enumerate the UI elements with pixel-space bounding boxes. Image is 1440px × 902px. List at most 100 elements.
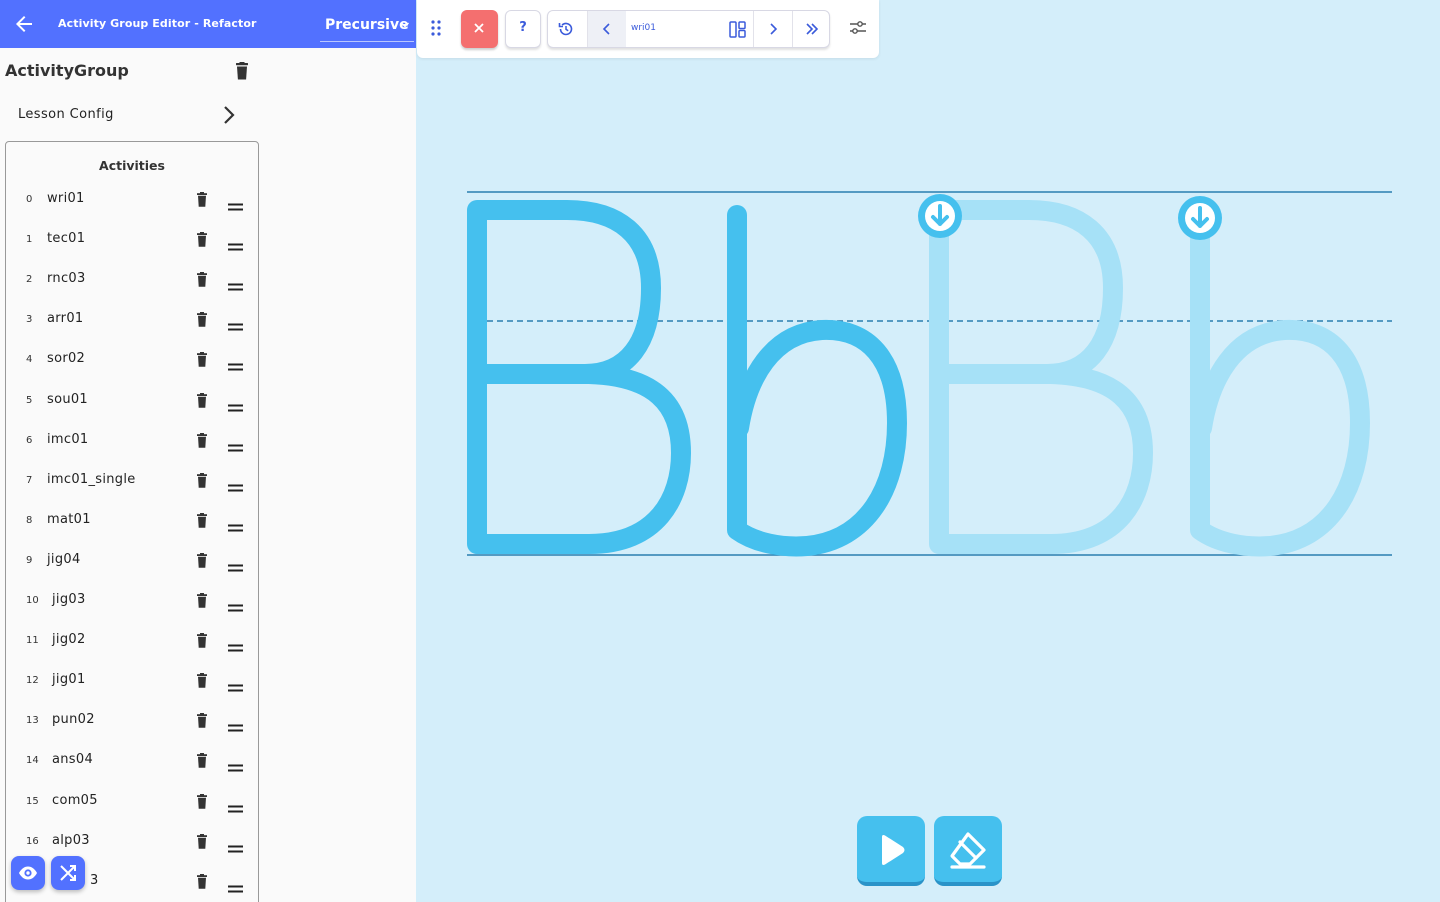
tracing-canvas[interactable] <box>417 58 1440 902</box>
close-icon <box>474 23 484 33</box>
eraser-button[interactable] <box>934 816 1002 886</box>
activity-row[interactable]: 7 imc01_single <box>6 462 258 502</box>
letter-B-trace <box>929 200 1153 554</box>
trash-icon[interactable] <box>196 793 208 809</box>
chevron-down-icon <box>401 22 409 28</box>
double-chevron-right-icon[interactable] <box>804 22 820 36</box>
drag-handle-icon[interactable] <box>228 597 243 612</box>
previous-activity-button[interactable] <box>588 11 626 47</box>
settings-sliders-icon[interactable] <box>849 20 867 36</box>
drag-handle-icon[interactable] <box>228 757 243 772</box>
trash-icon[interactable] <box>196 432 208 448</box>
activity-index: 5 <box>26 394 33 406</box>
drag-handle-icon[interactable] <box>228 798 243 812</box>
activity-row[interactable]: 6 imc01 <box>6 422 258 462</box>
trash-icon[interactable] <box>196 192 208 207</box>
activity-index: 11 <box>26 635 39 647</box>
drag-handle-icon[interactable] <box>228 316 243 331</box>
activity-index: 14 <box>26 755 39 767</box>
drag-handle-icon[interactable] <box>228 677 243 692</box>
app-bar: Activity Group Editor - Refactor Precurs… <box>0 0 416 48</box>
activity-row[interactable]: 10 jig03 <box>6 582 258 622</box>
activity-row[interactable]: 2 rnc03 <box>6 261 258 301</box>
trash-icon[interactable] <box>196 673 208 688</box>
activity-name: alp03 <box>52 832 90 848</box>
play-icon <box>882 835 905 865</box>
drag-handle-icon[interactable] <box>228 236 243 251</box>
drag-handle-icon[interactable] <box>228 637 243 652</box>
drag-handle-icon[interactable] <box>228 477 243 492</box>
activity-row[interactable]: 15 com05 <box>6 783 258 823</box>
editor-panel: Activity Group Editor - Refactor Precurs… <box>0 0 416 902</box>
back-arrow-icon[interactable] <box>12 12 36 36</box>
help-button[interactable]: ? <box>505 10 541 48</box>
activity-row[interactable]: 5 sou01 <box>6 382 258 422</box>
activity-row[interactable]: 16 alp03 <box>6 823 258 863</box>
activity-name: 3 <box>90 872 99 888</box>
trash-icon[interactable] <box>234 62 250 80</box>
drag-handle-icon[interactable] <box>228 397 243 411</box>
trash-icon[interactable] <box>196 833 208 849</box>
trash-icon[interactable] <box>196 392 208 408</box>
drag-handle-icon[interactable] <box>228 276 243 291</box>
drag-handle-icon[interactable] <box>228 838 243 853</box>
letter-b-solid <box>727 205 907 557</box>
trash-icon[interactable] <box>196 552 208 568</box>
shuffle-button[interactable] <box>51 856 85 890</box>
drag-handle-icon[interactable] <box>228 878 243 893</box>
activity-row[interactable]: 9 jig04 <box>6 542 258 582</box>
drag-handle-icon[interactable] <box>228 437 243 452</box>
trash-icon[interactable] <box>196 873 208 889</box>
activity-row[interactable]: 12 jig01 <box>6 662 258 702</box>
activity-index: 6 <box>26 434 33 446</box>
play-button[interactable] <box>857 816 925 886</box>
drag-handle-icon[interactable] <box>228 517 243 532</box>
chevron-right-icon[interactable] <box>767 22 779 36</box>
history-icon[interactable] <box>557 20 575 38</box>
activity-row[interactable]: 11 jig02 <box>6 622 258 662</box>
trash-icon[interactable] <box>196 753 208 769</box>
activity-row[interactable]: 8 mat01 <box>6 502 258 542</box>
drag-handle-icon[interactable] <box>228 356 243 371</box>
close-button[interactable] <box>461 10 498 48</box>
eraser-icon <box>950 832 986 869</box>
activity-name: jig02 <box>52 632 86 648</box>
activity-index: 8 <box>26 514 33 526</box>
trash-icon[interactable] <box>196 593 208 608</box>
trash-icon[interactable] <box>196 512 208 528</box>
activity-row[interactable]: 3 arr01 <box>6 301 258 341</box>
drag-handle-icon[interactable] <box>431 20 441 36</box>
trash-icon[interactable] <box>196 272 208 287</box>
drag-handle-icon[interactable] <box>228 196 243 211</box>
activity-name: tec01 <box>47 231 86 247</box>
drag-handle-icon[interactable] <box>228 557 243 572</box>
trash-icon[interactable] <box>196 713 208 729</box>
activity-index: 4 <box>26 354 33 366</box>
activity-row[interactable]: 1 tec01 <box>6 221 258 261</box>
activity-name: com05 <box>52 792 98 808</box>
trash-icon[interactable] <box>196 352 208 368</box>
shuffle-icon <box>60 865 76 881</box>
stroke-start-arrow-icon[interactable] <box>1178 196 1222 240</box>
tracing-letters <box>467 191 1392 557</box>
activity-name: jig03 <box>52 592 86 607</box>
activity-row[interactable]: 14 ans04 <box>6 742 258 782</box>
activity-row[interactable]: 4 sor02 <box>6 341 258 381</box>
chevron-right-icon <box>224 106 235 124</box>
activity-name: sou01 <box>47 391 89 407</box>
activity-name: imc01 <box>47 431 89 447</box>
stroke-start-arrow-icon[interactable] <box>918 194 962 238</box>
preview-button[interactable] <box>11 856 45 890</box>
activity-index: 2 <box>26 274 33 286</box>
app-title: Activity Group Editor - Refactor <box>58 17 257 30</box>
font-select[interactable]: Precursive <box>320 10 414 42</box>
trash-icon[interactable] <box>196 633 208 648</box>
trash-icon[interactable] <box>196 472 208 488</box>
activity-row[interactable]: 0 wri01 <box>6 181 258 221</box>
drag-handle-icon[interactable] <box>228 717 243 732</box>
trash-icon[interactable] <box>196 312 208 328</box>
activity-row[interactable]: 13 pun02 <box>6 702 258 742</box>
lesson-config-link[interactable]: Lesson Config <box>0 94 250 136</box>
layout-grid-icon[interactable] <box>729 21 746 38</box>
trash-icon[interactable] <box>196 232 208 247</box>
